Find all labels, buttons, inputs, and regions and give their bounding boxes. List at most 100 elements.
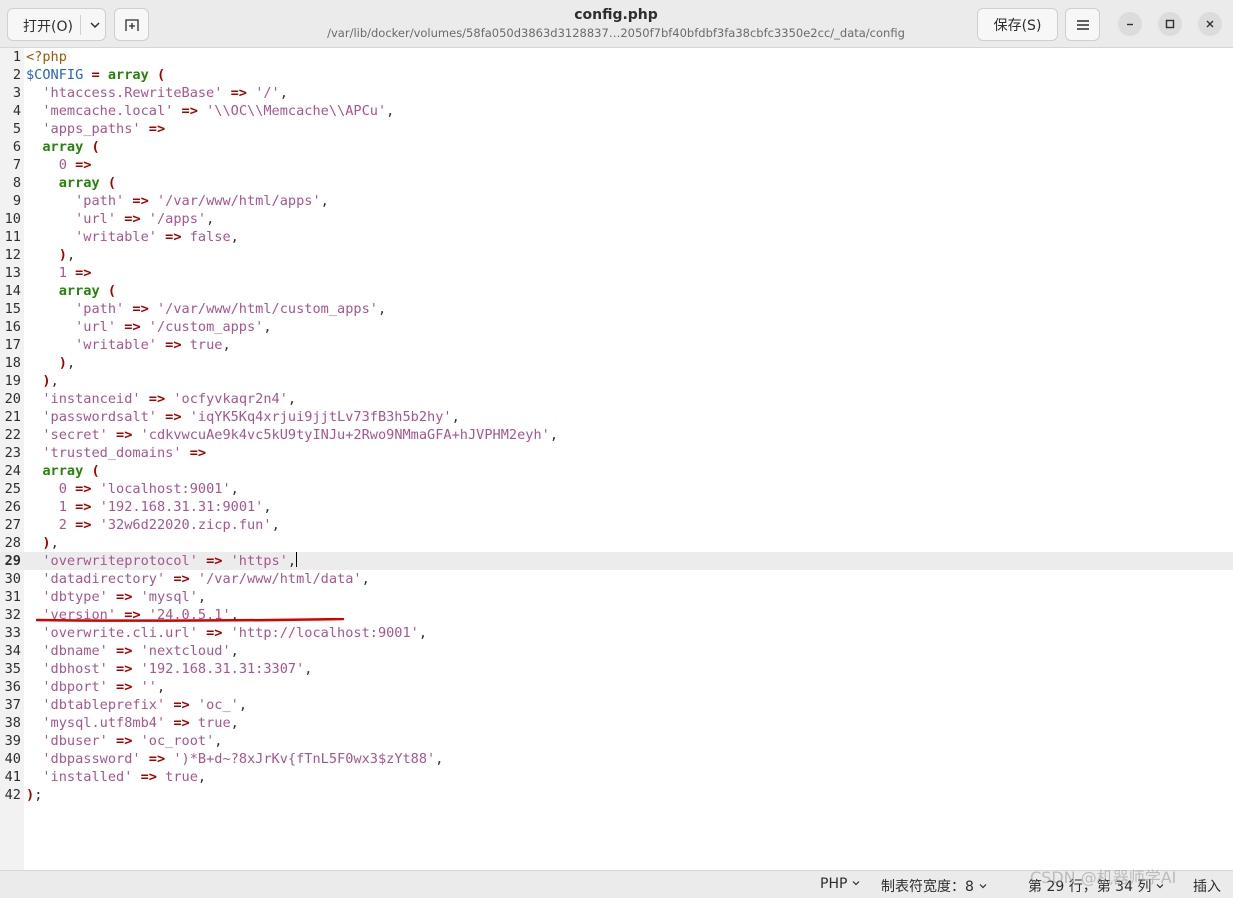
code-line[interactable]: 27 2 => '32w6d22020.zicp.fun',	[0, 516, 1233, 534]
code-text[interactable]: 1 =>	[26, 264, 92, 282]
code-line[interactable]: 5 'apps_paths' =>	[0, 120, 1233, 138]
code-text[interactable]: 'url' => '/apps',	[26, 210, 214, 228]
code-text[interactable]: 'overwrite.cli.url' => 'http://localhost…	[26, 624, 427, 642]
code-text[interactable]: 'dbport' => '',	[26, 678, 165, 696]
code-line[interactable]: 16 'url' => '/custom_apps',	[0, 318, 1233, 336]
code-text[interactable]: <?php	[26, 48, 67, 66]
code-text[interactable]: 'secret' => 'cdkvwcuAe9k4vc5kU9tyINJu+2R…	[26, 426, 558, 444]
code-text[interactable]: 'datadirectory' => '/var/www/html/data',	[26, 570, 369, 588]
code-text[interactable]: 'dbhost' => '192.168.31.31:3307',	[26, 660, 312, 678]
code-line[interactable]: 25 0 => 'localhost:9001',	[0, 480, 1233, 498]
code-text[interactable]: 'path' => '/var/www/html/custom_apps',	[26, 300, 386, 318]
code-line[interactable]: 20 'instanceid' => 'ocfyvkaqr2n4',	[0, 390, 1233, 408]
code-line[interactable]: 39 'dbuser' => 'oc_root',	[0, 732, 1233, 750]
code-text[interactable]: 'writable' => false,	[26, 228, 239, 246]
code-text[interactable]: 0 => 'localhost:9001',	[26, 480, 239, 498]
chevron-down-icon[interactable]	[88, 18, 102, 32]
code-text[interactable]: ),	[26, 354, 75, 372]
code-line[interactable]: 7 0 =>	[0, 156, 1233, 174]
code-text[interactable]: 'mysql.utf8mb4' => true,	[26, 714, 238, 732]
open-button[interactable]: 打开(O)	[7, 8, 106, 41]
code-text[interactable]: 'memcache.local' => '\\OC\\Memcache\\APC…	[26, 102, 394, 120]
code-text[interactable]: );	[26, 786, 42, 804]
code-line[interactable]: 29 'overwriteprotocol' => 'https',	[0, 552, 1233, 570]
code-text[interactable]: 'htaccess.RewriteBase' => '/',	[26, 84, 288, 102]
code-line[interactable]: 37 'dbtableprefix' => 'oc_',	[0, 696, 1233, 714]
code-text[interactable]: 'instanceid' => 'ocfyvkaqr2n4',	[26, 390, 296, 408]
code-text[interactable]: 'apps_paths' =>	[26, 120, 165, 138]
new-tab-button[interactable]	[114, 8, 149, 41]
code-line[interactable]: 33 'overwrite.cli.url' => 'http://localh…	[0, 624, 1233, 642]
code-text[interactable]: 'installed' => true,	[26, 768, 206, 786]
code-line[interactable]: 18 ),	[0, 354, 1233, 372]
code-text[interactable]: ),	[26, 372, 58, 390]
code-line[interactable]: 15 'path' => '/var/www/html/custom_apps'…	[0, 300, 1233, 318]
code-line[interactable]: 40 'dbpassword' => ')*B+d~?8xJrKv{fTnL5F…	[0, 750, 1233, 768]
code-line[interactable]: 9 'path' => '/var/www/html/apps',	[0, 192, 1233, 210]
code-token: =>	[148, 751, 166, 767]
code-line[interactable]: 17 'writable' => true,	[0, 336, 1233, 354]
maximize-button[interactable]	[1158, 12, 1182, 36]
code-text[interactable]: $CONFIG = array (	[26, 66, 165, 84]
code-line[interactable]: 4 'memcache.local' => '\\OC\\Memcache\\A…	[0, 102, 1233, 120]
code-line[interactable]: 34 'dbname' => 'nextcloud',	[0, 642, 1233, 660]
code-text[interactable]: 'trusted_domains' =>	[26, 444, 206, 462]
code-line[interactable]: 42);	[0, 786, 1233, 804]
code-text[interactable]: array (	[26, 138, 99, 156]
insert-mode[interactable]: 插入	[1193, 876, 1221, 896]
code-line[interactable]: 2 $CONFIG = array (	[0, 66, 1233, 84]
close-button[interactable]	[1198, 12, 1222, 36]
code-line[interactable]: 11 'writable' => false,	[0, 228, 1233, 246]
code-text[interactable]: ),	[26, 246, 75, 264]
code-text[interactable]: 'path' => '/var/www/html/apps',	[26, 192, 329, 210]
code-line[interactable]: 1 <?php	[0, 48, 1233, 66]
code-text[interactable]: 'url' => '/custom_apps',	[26, 318, 271, 336]
code-line[interactable]: 10 'url' => '/apps',	[0, 210, 1233, 228]
code-editor[interactable]: 1 <?php 2 $CONFIG = array (3 'htaccess.Rewr…	[0, 48, 1233, 870]
code-line[interactable]: 14 array (	[0, 282, 1233, 300]
code-text[interactable]: array (	[26, 282, 116, 300]
code-line[interactable]: 13 1 =>	[0, 264, 1233, 282]
code-line[interactable]: 19 ),	[0, 372, 1233, 390]
code-text[interactable]: 'dbuser' => 'oc_root',	[26, 732, 222, 750]
code-token: =>	[75, 157, 92, 173]
code-line[interactable]: 38 'mysql.utf8mb4' => true,	[0, 714, 1233, 732]
code-text[interactable]: ),	[26, 534, 58, 552]
code-line[interactable]: 26 1 => '192.168.31.31:9001',	[0, 498, 1233, 516]
code-text[interactable]: 'dbtableprefix' => 'oc_',	[26, 696, 247, 714]
code-line[interactable]: 31 'dbtype' => 'mysql',	[0, 588, 1233, 606]
code-text[interactable]: 'dbname' => 'nextcloud',	[26, 642, 238, 660]
code-text[interactable]: 1 => '192.168.31.31:9001',	[26, 498, 272, 516]
language-selector[interactable]: PHP	[820, 876, 861, 892]
code-text[interactable]: 2 => '32w6d22020.zicp.fun',	[26, 516, 280, 534]
code-text[interactable]: 'dbtype' => 'mysql',	[26, 588, 206, 606]
code-lines[interactable]: 1 <?php 2 $CONFIG = array (3 'htaccess.Rewr…	[0, 48, 1233, 804]
code-text[interactable]: array (	[26, 462, 99, 480]
code-text[interactable]: array (	[26, 174, 116, 192]
code-line[interactable]: 8 array (	[0, 174, 1233, 192]
code-text[interactable]: 'overwriteprotocol' => 'https',	[26, 552, 298, 570]
code-line[interactable]: 24 array (	[0, 462, 1233, 480]
code-line[interactable]: 3 'htaccess.RewriteBase' => '/',	[0, 84, 1233, 102]
code-line[interactable]: 30 'datadirectory' => '/var/www/html/dat…	[0, 570, 1233, 588]
code-line[interactable]: 12 ),	[0, 246, 1233, 264]
tab-width-selector[interactable]: 制表符宽度：8	[881, 876, 988, 896]
code-line[interactable]: 21 'passwordsalt' => 'iqYK5Kq4xrjui9jjtL…	[0, 408, 1233, 426]
main-menu-button[interactable]	[1065, 8, 1100, 41]
save-button[interactable]: 保存(S)	[977, 8, 1058, 41]
code-line[interactable]: 35 'dbhost' => '192.168.31.31:3307',	[0, 660, 1233, 678]
code-line[interactable]: 28 ),	[0, 534, 1233, 552]
code-line[interactable]: 6 array (	[0, 138, 1233, 156]
code-line[interactable]: 41 'installed' => true,	[0, 768, 1233, 786]
code-text[interactable]: 'writable' => true,	[26, 336, 231, 354]
code-text[interactable]: 'dbpassword' => ')*B+d~?8xJrKv{fTnL5F0wx…	[26, 750, 443, 768]
code-line[interactable]: 23 'trusted_domains' =>	[0, 444, 1233, 462]
line-number: 27	[4, 517, 21, 533]
code-line[interactable]: 36 'dbport' => '',	[0, 678, 1233, 696]
minimize-button[interactable]	[1118, 12, 1142, 36]
code-line[interactable]: 22 'secret' => 'cdkvwcuAe9k4vc5kU9tyINJu…	[0, 426, 1233, 444]
code-text[interactable]: 0 =>	[26, 156, 92, 174]
code-text[interactable]: 'passwordsalt' => 'iqYK5Kq4xrjui9jjtLv73…	[26, 408, 459, 426]
